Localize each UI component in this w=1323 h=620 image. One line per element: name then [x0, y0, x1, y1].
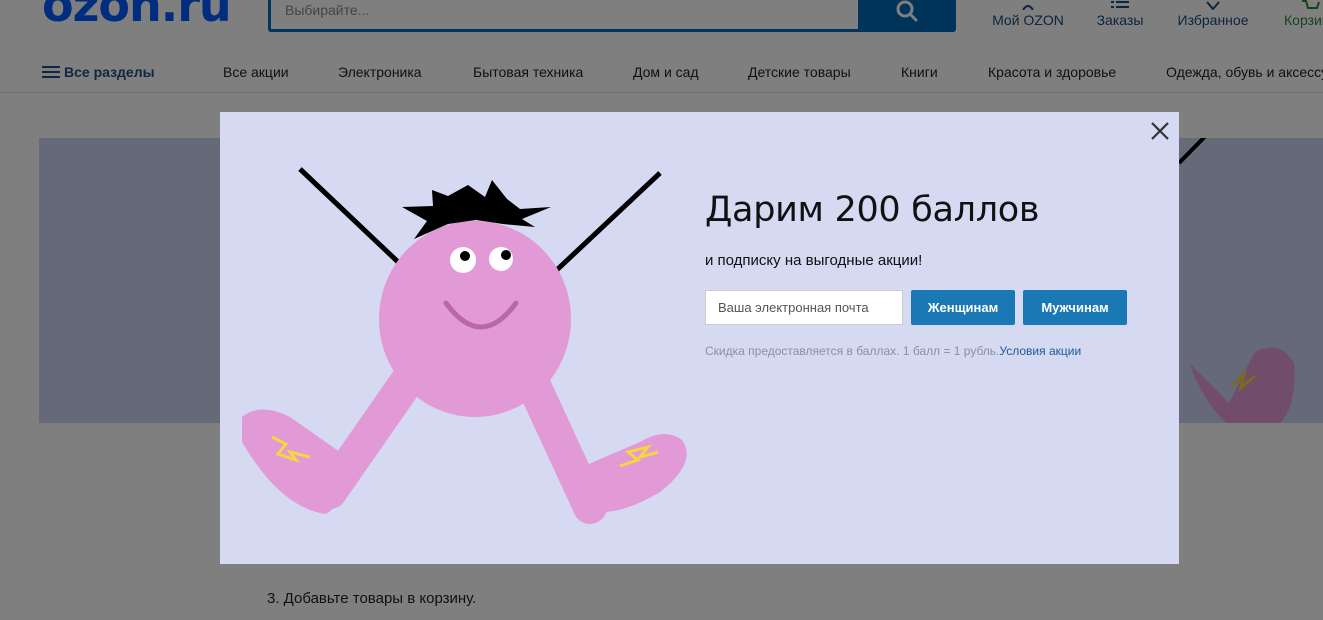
character-illustration [242, 167, 687, 524]
discount-disclaimer: Скидка предоставляется в баллах. 1 балл … [705, 344, 1081, 358]
close-icon[interactable] [1149, 120, 1171, 142]
women-button[interactable]: Женщинам [911, 290, 1015, 325]
disclaimer-text: Скидка предоставляется в баллах. 1 балл … [705, 344, 1000, 358]
men-button[interactable]: Мужчинам [1023, 290, 1127, 325]
terms-link[interactable]: Условия акции [999, 344, 1081, 358]
subscription-popup: Дарим 200 баллов и подписку на выгодные … [220, 112, 1179, 564]
popup-title: Дарим 200 баллов [705, 190, 1040, 230]
popup-subtitle: и подписку на выгодные акции! [705, 252, 923, 269]
email-field[interactable] [705, 290, 903, 325]
